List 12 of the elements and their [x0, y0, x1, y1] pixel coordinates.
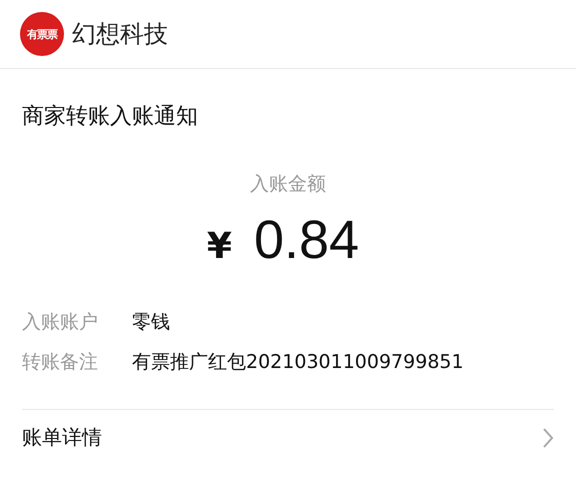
currency-symbol: ¥: [206, 226, 232, 267]
merchant-name: 幻想科技: [72, 19, 168, 50]
chevron-right-icon[interactable]: [542, 426, 554, 448]
field-value: 零钱: [132, 310, 170, 335]
bill-details-link[interactable]: 账单详情: [22, 424, 102, 451]
amount-value: 0.84: [254, 209, 360, 271]
field-label: 入账账户: [22, 310, 99, 335]
field-label: 转账备注: [22, 350, 99, 375]
field-value: 有票推广红包202103011009799851: [132, 350, 464, 375]
logo: 有票票: [20, 12, 64, 56]
amount-label: 入账金额: [249, 172, 327, 197]
notice-title: 商家转账入账通知: [21, 103, 199, 131]
